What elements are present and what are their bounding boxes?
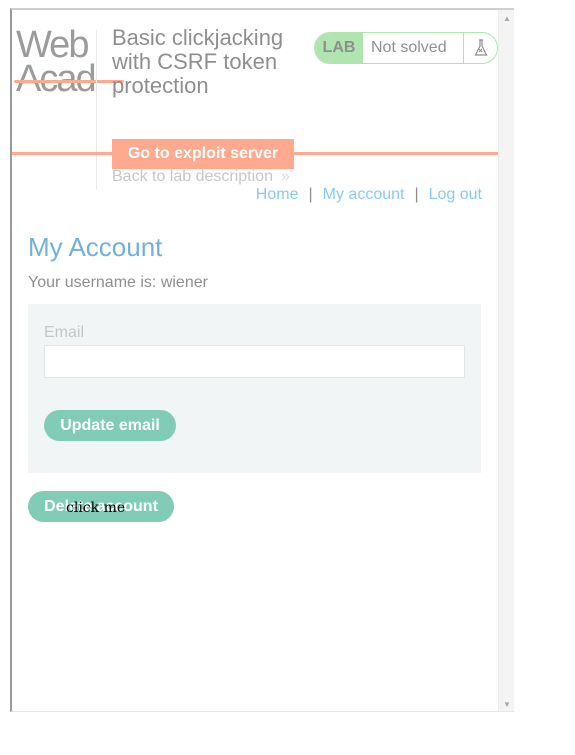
logo-text-line2: Acade xyxy=(16,58,96,100)
lab-title: Basic clickjacking with CSRF token prote… xyxy=(112,25,284,98)
scroll-up-arrow-icon[interactable]: ▲ xyxy=(499,12,514,26)
iframe-viewport: Web S Acade Basic clickjacking with CSRF… xyxy=(12,10,498,711)
iframe-scrollbar[interactable]: ▲ ▼ xyxy=(498,10,514,711)
back-to-lab-description-link[interactable]: Back to lab description » xyxy=(112,168,290,186)
email-field[interactable] xyxy=(44,345,465,378)
lab-badge: LAB xyxy=(315,33,363,63)
logo-text-line1: Web S xyxy=(16,28,96,66)
web-security-academy-logo[interactable]: Web S Acade xyxy=(16,28,96,102)
username-text: Your username is: wiener xyxy=(28,274,208,291)
scroll-down-arrow-icon[interactable]: ▼ xyxy=(499,698,514,711)
victim-iframe[interactable]: Web S Acade Basic clickjacking with CSRF… xyxy=(10,8,514,712)
lab-status-widget: LAB Not solved xyxy=(314,32,498,64)
email-field-label: Email xyxy=(44,324,85,341)
nav-my-account-link[interactable]: My account xyxy=(323,186,405,203)
header-divider xyxy=(96,30,97,190)
nav-log-out-link[interactable]: Log out xyxy=(429,186,482,203)
nav-separator: | xyxy=(308,186,313,203)
change-email-form: Email Update email xyxy=(28,304,481,473)
update-email-button[interactable]: Update email xyxy=(44,410,176,441)
back-link-label: Back to lab description xyxy=(112,168,273,185)
go-to-exploit-server-button[interactable]: Go to exploit server xyxy=(112,139,294,169)
top-nav: Home | My account | Log out xyxy=(256,186,482,204)
flask-icon xyxy=(463,33,497,63)
double-chevron-right-icon: » xyxy=(280,168,290,185)
nav-separator: | xyxy=(414,186,419,203)
lab-status-text: Not solved xyxy=(371,39,447,56)
decoy-click-me-text[interactable]: click me xyxy=(66,500,125,516)
nav-home-link[interactable]: Home xyxy=(256,186,299,203)
logo-underline xyxy=(14,80,124,83)
page-title: My Account xyxy=(28,232,163,262)
